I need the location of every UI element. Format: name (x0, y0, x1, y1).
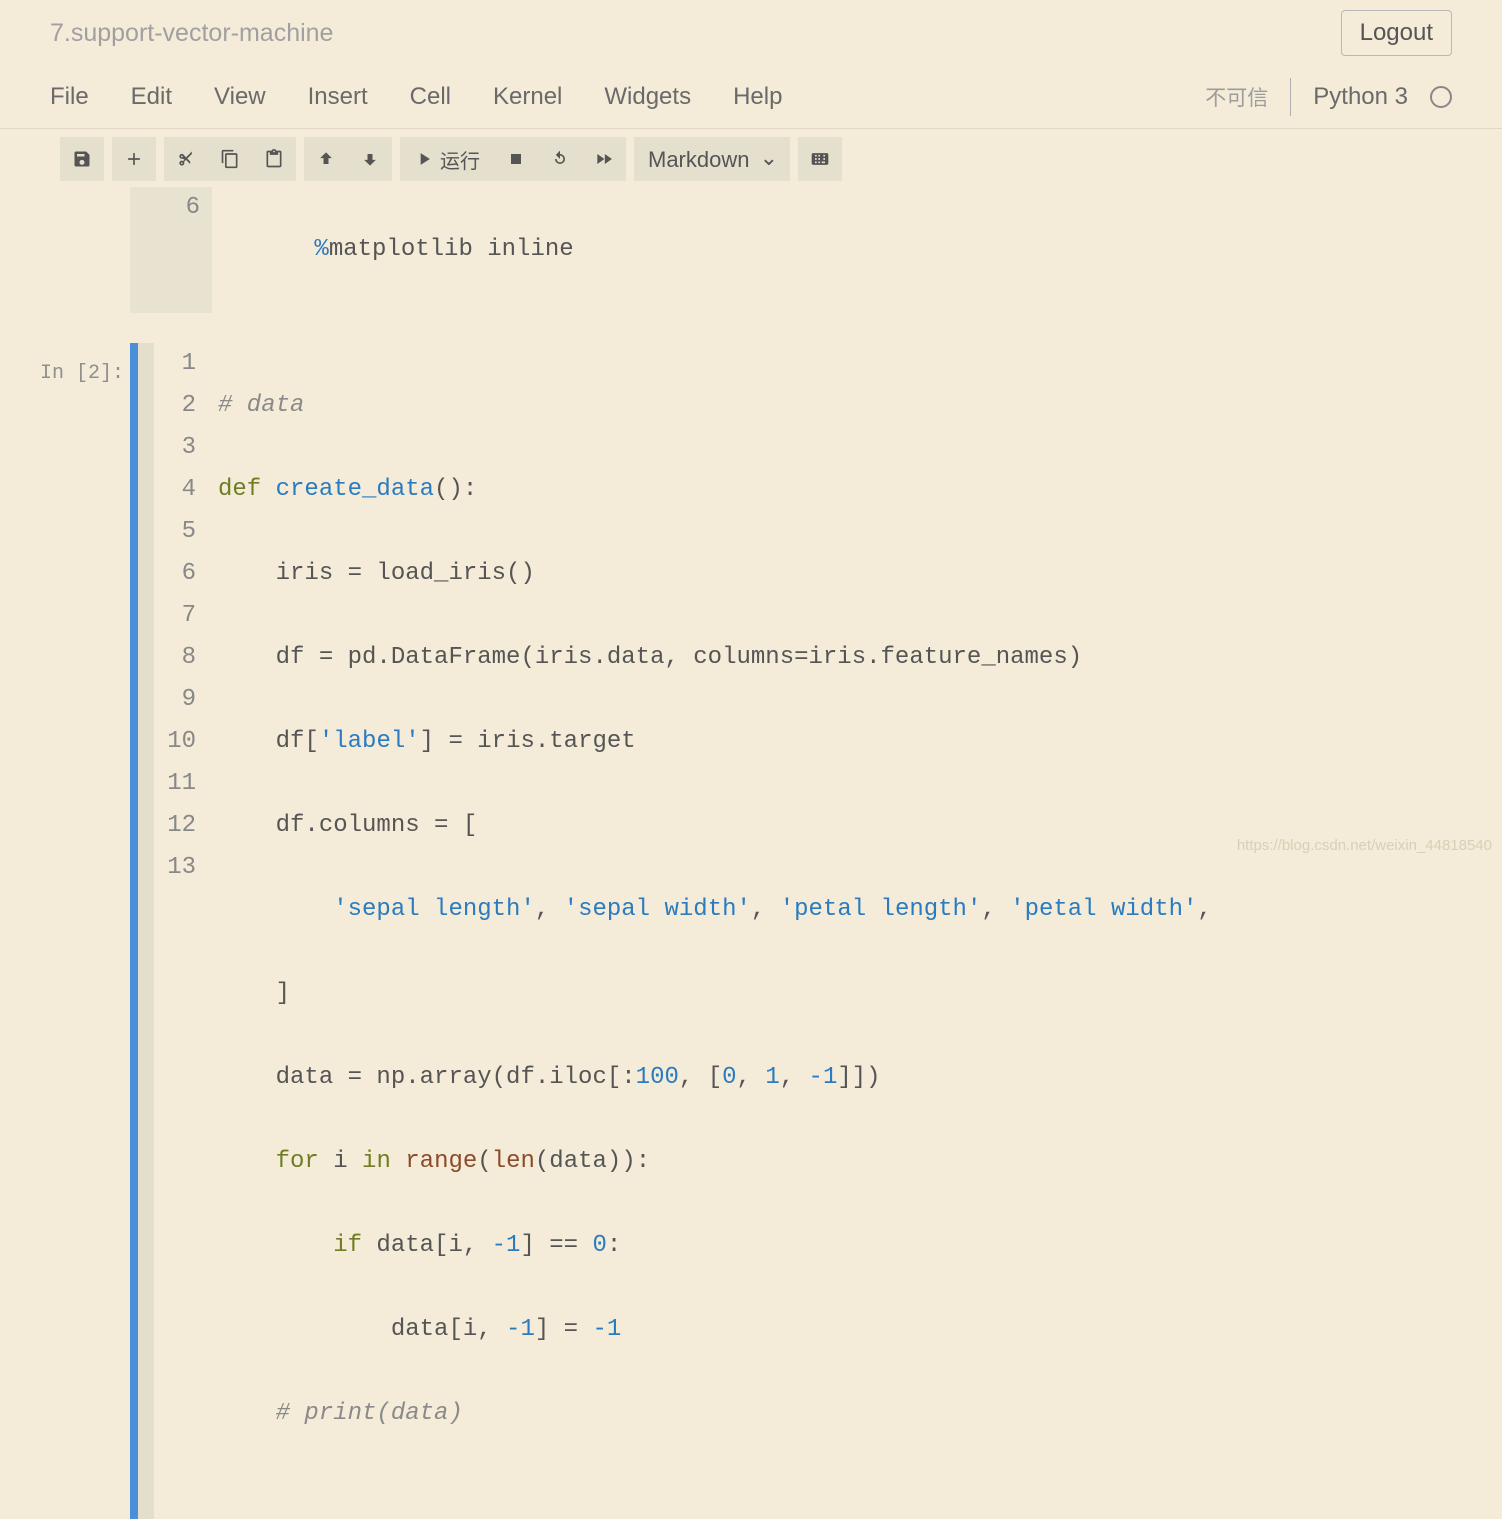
header-bar: 7.support-vector-machine Logout (0, 0, 1502, 66)
stop-icon (506, 149, 526, 169)
code-line: # print(data) (218, 1393, 1502, 1435)
restart-button[interactable] (538, 137, 582, 181)
code-line: ] (218, 973, 1502, 1015)
restart-icon (550, 149, 570, 169)
collapse-bar[interactable] (138, 343, 154, 1519)
add-cell-button[interactable] (112, 137, 156, 181)
play-icon (414, 149, 434, 169)
code-line: # data (218, 385, 1502, 427)
command-palette-button[interactable] (798, 137, 842, 181)
code-line[interactable]: %matplotlib inline (212, 187, 1502, 313)
fast-forward-button[interactable] (582, 137, 626, 181)
code-line: 'sepal length', 'sepal width', 'petal le… (218, 889, 1502, 931)
code-line: def create_data(): (218, 469, 1502, 511)
fast-forward-icon (594, 149, 614, 169)
code-line: data = np.array(df.iloc[:100, [0, 1, -1]… (218, 1057, 1502, 1099)
line-number: 6 (160, 553, 196, 595)
move-down-button[interactable] (348, 137, 392, 181)
code-line: df['label'] = iris.target (218, 721, 1502, 763)
run-button[interactable]: 运行 (400, 137, 494, 181)
code-line: iris = load_iris() (218, 553, 1502, 595)
menu-right: 不可信 Python 3 (1205, 78, 1452, 116)
line-number: 1 (160, 343, 196, 385)
line-number: 7 (160, 595, 196, 637)
menu-file[interactable]: File (50, 83, 89, 111)
line-number: 12 (160, 805, 196, 847)
menu-left: File Edit View Insert Cell Kernel Widget… (50, 83, 782, 111)
line-number: 13 (160, 847, 196, 889)
copy-button[interactable] (208, 137, 252, 181)
code-line: if data[i, -1] == 0: (218, 1225, 1502, 1267)
line-number: 6 (130, 187, 212, 313)
save-button[interactable] (60, 137, 104, 181)
arrow-down-icon (360, 149, 380, 169)
line-number: 4 (160, 469, 196, 511)
menu-view[interactable]: View (214, 83, 266, 111)
copy-icon (220, 149, 240, 169)
toolbar: 运行 Markdown (0, 129, 1502, 189)
code-line: df = pd.DataFrame(iris.data, columns=iri… (218, 637, 1502, 679)
line-number: 8 (160, 637, 196, 679)
kernel-separator (1290, 78, 1291, 116)
line-number: 10 (160, 721, 196, 763)
cell-prompt: In [2]: (0, 343, 130, 1519)
trust-label[interactable]: 不可信 (1205, 82, 1268, 112)
line-number: 11 (160, 763, 196, 805)
paste-button[interactable] (252, 137, 296, 181)
gutter: 1 2 3 4 5 6 7 8 9 10 11 12 13 (160, 343, 210, 1519)
arrow-up-icon (316, 149, 336, 169)
code-cell[interactable]: In [2]: 1 2 3 4 5 6 7 8 9 10 11 12 13 # … (0, 343, 1502, 1519)
logout-button[interactable]: Logout (1341, 10, 1452, 56)
menu-help[interactable]: Help (733, 83, 782, 111)
code-cell-fragment[interactable]: 6 %matplotlib inline (0, 187, 1502, 313)
line-number: 5 (160, 511, 196, 553)
line-number: 9 (160, 679, 196, 721)
menu-insert[interactable]: Insert (308, 83, 368, 111)
stop-button[interactable] (494, 137, 538, 181)
code-line: for i in range(len(data)): (218, 1141, 1502, 1183)
magic-prefix: % (314, 236, 328, 263)
keyboard-icon (810, 149, 830, 169)
menu-cell[interactable]: Cell (410, 83, 451, 111)
selection-indicator (130, 343, 138, 1519)
line-number: 2 (160, 385, 196, 427)
menu-widgets[interactable]: Widgets (604, 83, 691, 111)
move-up-button[interactable] (304, 137, 348, 181)
cut-button[interactable] (164, 137, 208, 181)
scissors-icon (176, 149, 196, 169)
kernel-status-icon (1430, 86, 1452, 108)
kernel-name[interactable]: Python 3 (1313, 83, 1408, 111)
menu-kernel[interactable]: Kernel (493, 83, 562, 111)
line-number: 3 (160, 427, 196, 469)
menu-bar: File Edit View Insert Cell Kernel Widget… (0, 66, 1502, 129)
code-line: data[i, -1] = -1 (218, 1309, 1502, 1351)
run-label: 运行 (440, 145, 480, 174)
save-icon (72, 149, 92, 169)
code-text: matplotlib inline (329, 236, 574, 263)
plus-icon (124, 149, 144, 169)
paste-icon (264, 149, 284, 169)
watermark: https://blog.csdn.net/weixin_44818540 (1237, 837, 1492, 854)
cell-type-select[interactable]: Markdown (634, 137, 790, 181)
code-area[interactable]: # data def create_data(): iris = load_ir… (210, 343, 1502, 1519)
notebook-title[interactable]: 7.support-vector-machine (50, 19, 333, 48)
menu-edit[interactable]: Edit (131, 83, 172, 111)
